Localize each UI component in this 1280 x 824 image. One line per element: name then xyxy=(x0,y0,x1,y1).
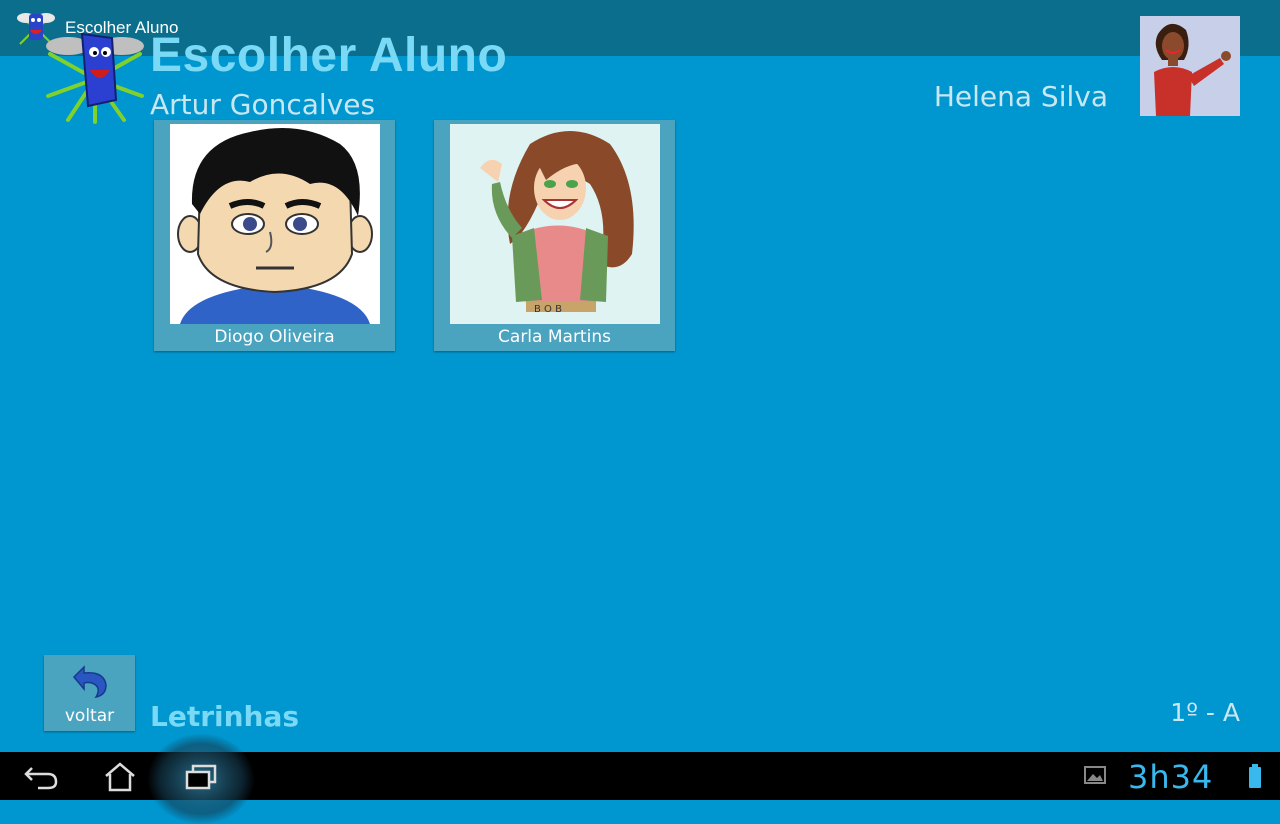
back-button-label: voltar xyxy=(64,706,115,726)
student-card[interactable]: Diogo Oliveira xyxy=(154,120,395,351)
clock: 3h34 xyxy=(1128,758,1214,796)
app-name: Letrinhas xyxy=(150,700,300,733)
battery-icon xyxy=(1249,764,1261,788)
page-title: Escolher Aluno xyxy=(150,29,508,82)
back-button[interactable]: voltar xyxy=(44,655,135,731)
student-card[interactable]: B O B Carla Martins xyxy=(434,120,675,351)
user-name: Helena Silva xyxy=(933,80,1108,113)
user-avatar xyxy=(1140,16,1240,116)
app-logo-icon xyxy=(46,32,144,124)
system-nav-bar: 3h34 xyxy=(0,734,1280,824)
back-icon[interactable] xyxy=(22,760,62,792)
recent-apps-icon[interactable] xyxy=(181,760,221,792)
teacher-name: Artur Goncalves xyxy=(150,88,376,121)
undo-arrow-icon xyxy=(72,665,107,699)
teacher-illustration xyxy=(1140,16,1240,116)
student-name: Diogo Oliveira xyxy=(214,327,335,347)
svg-text:B O B: B O B xyxy=(534,304,562,315)
class-label: 1º - A xyxy=(1170,698,1240,727)
student-name: Carla Martins xyxy=(498,327,611,347)
student-avatar xyxy=(170,124,380,324)
gallery-icon[interactable] xyxy=(1084,764,1106,786)
home-icon[interactable] xyxy=(100,760,140,792)
student-avatar: B O B xyxy=(450,124,660,324)
